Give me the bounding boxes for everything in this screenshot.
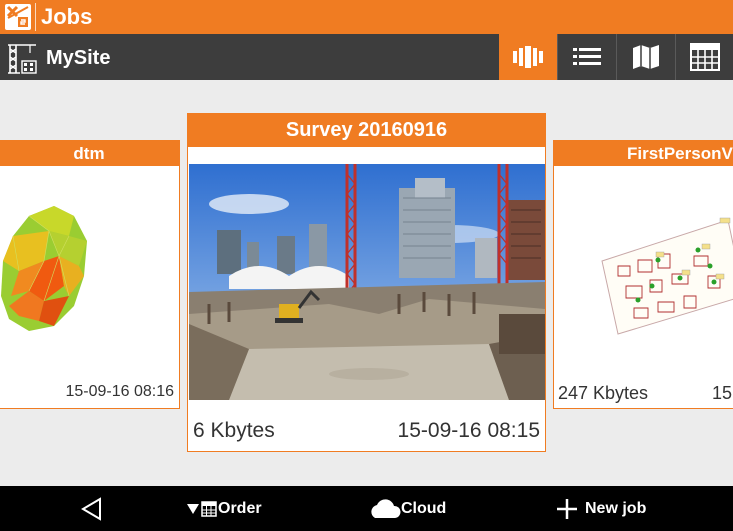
job-card-title: dtm — [0, 141, 179, 166]
job-size: 247 Kbytes — [558, 383, 649, 403]
new-job-label: New job — [585, 499, 647, 517]
order-label: Order — [218, 499, 262, 517]
job-date: 15 — [712, 383, 733, 403]
job-card-survey[interactable]: Survey 20160916 6 Kbytes 15-09-16 08:15 — [187, 113, 546, 452]
job-card-dtm[interactable]: dtm 15-09-16 08:16 — [0, 140, 180, 409]
job-date: 15-09-16 08:15 — [397, 419, 540, 442]
crane-icon — [8, 44, 37, 74]
job-date: 15-09-16 08:16 — [65, 383, 174, 400]
grid-icon — [689, 43, 720, 71]
cloud-icon — [371, 498, 401, 518]
map-icon — [632, 45, 659, 69]
map-view-button[interactable] — [616, 34, 674, 80]
site-bar: MySite — [0, 34, 733, 80]
list-view-button[interactable] — [557, 34, 615, 80]
app-title-bar: Jobs — [0, 0, 733, 34]
construction-site-photo — [189, 164, 545, 400]
list-icon — [572, 48, 601, 65]
site-plan-map — [601, 217, 733, 335]
sort-calendar-icon — [187, 500, 217, 517]
bottom-bar: Order Cloud New job — [0, 486, 733, 531]
new-job-button[interactable]: New job — [556, 486, 646, 531]
job-card-title: Survey 20160916 — [188, 114, 545, 147]
carousel-icon — [513, 46, 543, 68]
order-button[interactable]: Order — [186, 486, 262, 531]
job-card-firstperson[interactable]: FirstPersonV 247 Kbytes 15 — [553, 140, 733, 409]
grid-view-button[interactable] — [675, 34, 733, 80]
plus-icon — [557, 498, 577, 519]
app-title: Jobs — [41, 4, 93, 29]
cloud-button[interactable]: Cloud — [367, 486, 446, 531]
title-separator — [35, 3, 36, 31]
job-size: 6 Kbytes — [193, 419, 275, 442]
terrain-model-icon — [1, 206, 87, 331]
back-button[interactable] — [80, 486, 104, 531]
site-name: MySite — [46, 47, 111, 69]
back-triangle-icon — [81, 496, 101, 521]
app-logo-icon — [5, 4, 31, 30]
job-card-title: FirstPersonV — [554, 141, 733, 166]
carousel-view-button[interactable] — [499, 34, 557, 80]
cloud-label: Cloud — [401, 499, 447, 517]
